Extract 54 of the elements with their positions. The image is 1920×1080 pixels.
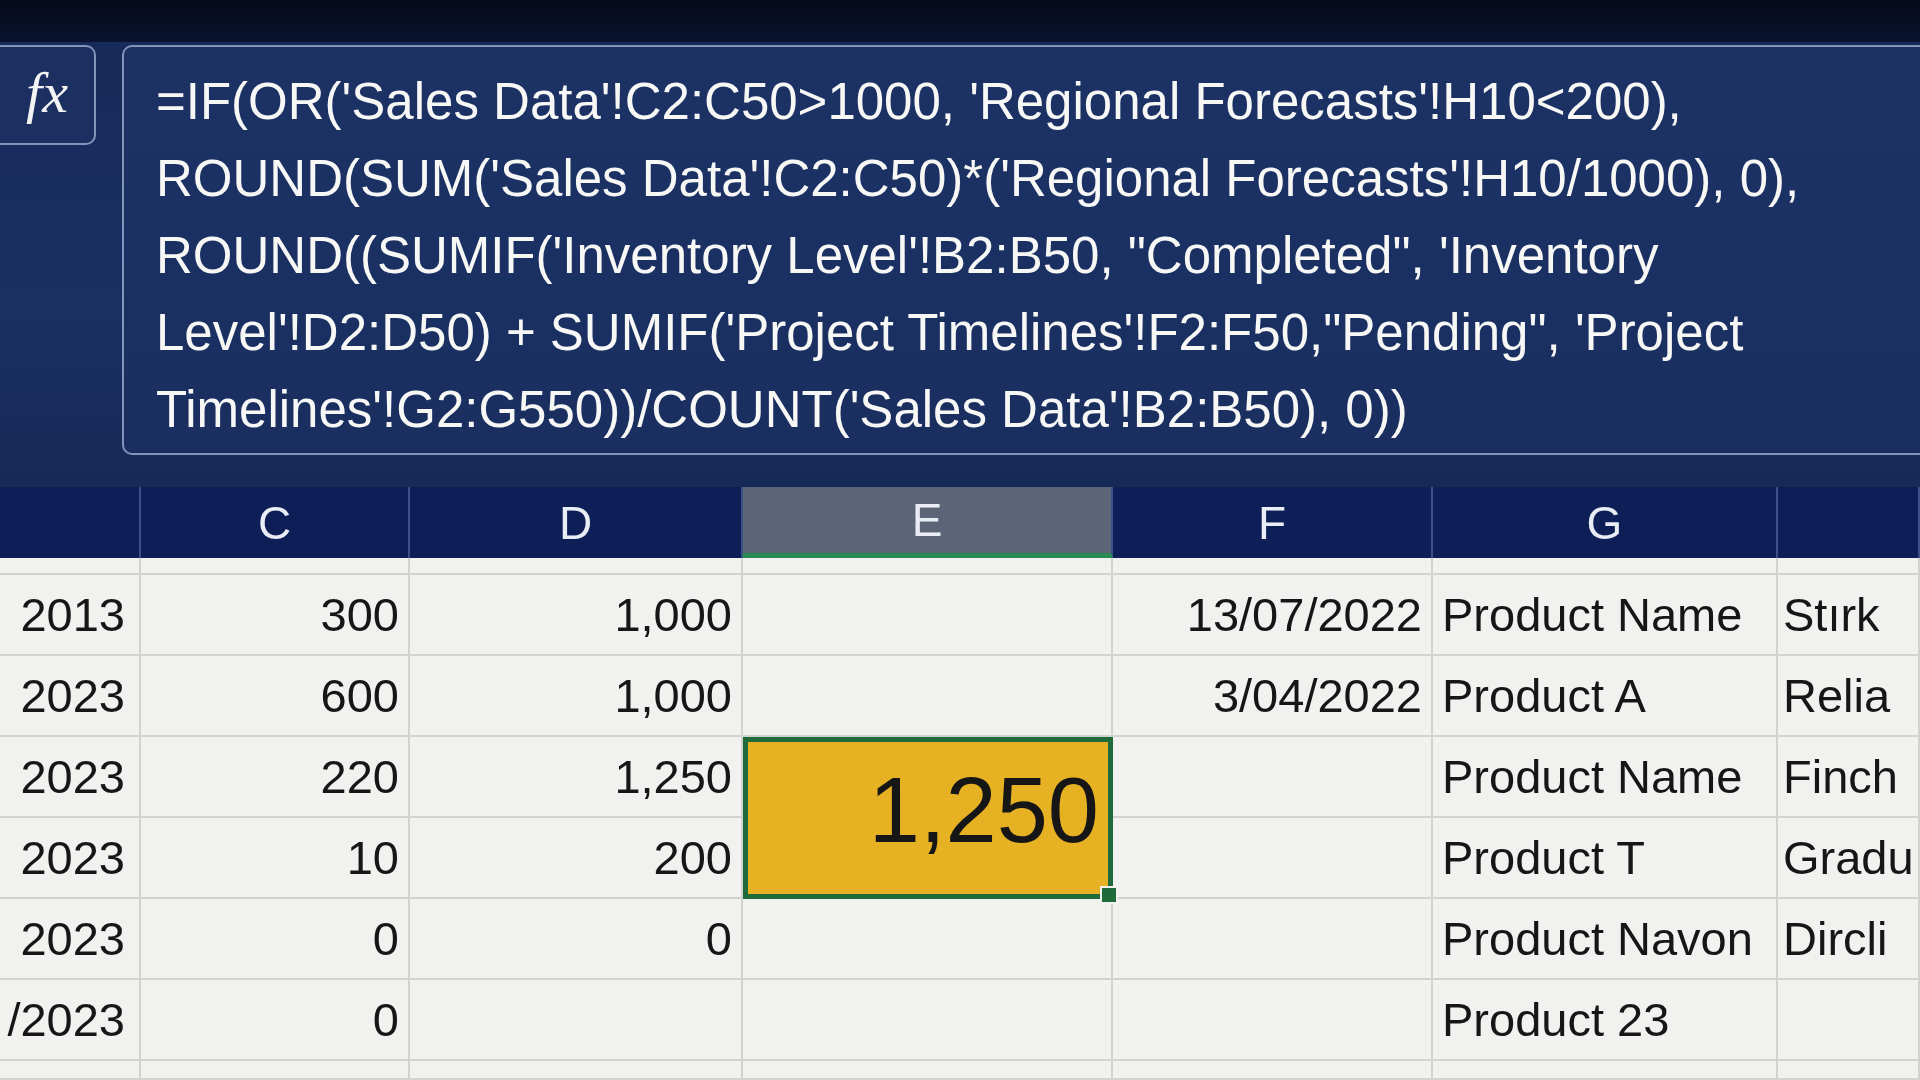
spreadsheet-cell[interactable]: 10 <box>141 818 410 899</box>
spreadsheet-cell[interactable] <box>743 575 1113 656</box>
spreadsheet-cell[interactable]: Product 23 <box>1433 980 1778 1061</box>
spreadsheet-cell[interactable]: /2023 <box>0 980 141 1061</box>
fill-handle[interactable] <box>1100 886 1118 904</box>
spreadsheet-cell[interactable]: 220 <box>141 737 410 818</box>
spreadsheet-cell[interactable] <box>1433 1061 1778 1080</box>
spreadsheet-cell[interactable]: Gradu <box>1778 818 1920 899</box>
spreadsheet-cell[interactable] <box>410 980 743 1061</box>
spreadsheet-cell[interactable]: 1,000 <box>410 656 743 737</box>
spreadsheet-cell[interactable] <box>1113 558 1433 575</box>
spreadsheet-cell[interactable]: Finch <box>1778 737 1920 818</box>
spreadsheet-cell[interactable]: 0 <box>141 899 410 980</box>
formula-field[interactable]: =IF(OR('Sales Data'!C2:C50>1000, 'Regional Forecasts'!H10<200), ROUND(SUM('Sales Data'!C2:C50)*('Regional Forecasts'!H10/1000), 0), ROUND((SUMIF('Inventory Level'!B2:B50, "Completed", 'Inventory Level'!D2:D50) + SUMIF('Project Timelines'!F2:F50,"Pending", 'Project Timelines'!G2:G550))/COUNT('Sales Data'!B2:B50), 0)) <box>122 45 1920 455</box>
spreadsheet-cell[interactable]: Dircli <box>1778 899 1920 980</box>
spreadsheet-cell[interactable]: 300 <box>141 575 410 656</box>
spreadsheet-cell[interactable]: 2023 <box>0 656 141 737</box>
spreadsheet-cell[interactable] <box>1113 980 1433 1061</box>
spreadsheet-cell[interactable] <box>410 1061 743 1080</box>
spreadsheet-cell[interactable] <box>1113 737 1433 818</box>
spreadsheet-cell[interactable]: Product Navon <box>1433 899 1778 980</box>
spreadsheet-cell[interactable]: 200 <box>410 818 743 899</box>
spreadsheet-cell[interactable] <box>743 558 1113 575</box>
spreadsheet-cell[interactable]: Product T <box>1433 818 1778 899</box>
spreadsheet-cell[interactable]: Product A <box>1433 656 1778 737</box>
spreadsheet-cell[interactable] <box>141 1061 410 1080</box>
spreadsheet-cell[interactable]: 600 <box>141 656 410 737</box>
spreadsheet-cell[interactable]: Product Name <box>1433 575 1778 656</box>
column-header[interactable]: E <box>743 487 1113 558</box>
spreadsheet-cell[interactable]: 2023 <box>0 818 141 899</box>
spreadsheet-cell[interactable]: Stırk <box>1778 575 1920 656</box>
spreadsheet-cell[interactable]: 2013 <box>0 575 141 656</box>
spreadsheet-cell[interactable] <box>743 1061 1113 1080</box>
spreadsheet-cell[interactable] <box>1113 1061 1433 1080</box>
insert-function-button[interactable]: fx <box>0 45 96 145</box>
spreadsheet-cell[interactable]: 0 <box>141 980 410 1061</box>
spreadsheet-cell[interactable] <box>141 558 410 575</box>
spreadsheet-cell[interactable] <box>743 980 1113 1061</box>
spreadsheet-cell[interactable]: 2023 <box>0 899 141 980</box>
spreadsheet-cell[interactable] <box>0 558 141 575</box>
spreadsheet-cell[interactable]: Product Name <box>1433 737 1778 818</box>
spreadsheet-cell[interactable]: 2023 <box>0 737 141 818</box>
spreadsheet-cell[interactable]: 1,000 <box>410 575 743 656</box>
spreadsheet-cell[interactable]: 3/04/2022 <box>1113 656 1433 737</box>
spreadsheet-cell[interactable] <box>1113 899 1433 980</box>
spreadsheet-cell[interactable] <box>0 1061 141 1080</box>
spreadsheet-cell[interactable] <box>1778 558 1920 575</box>
spreadsheet-cell[interactable]: Relia <box>1778 656 1920 737</box>
spreadsheet-cell[interactable]: 13/07/2022 <box>1113 575 1433 656</box>
spreadsheet-cell[interactable] <box>1433 558 1778 575</box>
spreadsheet-cell[interactable]: 0 <box>410 899 743 980</box>
spreadsheet-cell[interactable] <box>1778 980 1920 1061</box>
spreadsheet-cell[interactable] <box>410 558 743 575</box>
spreadsheet-cell[interactable] <box>1778 1061 1920 1080</box>
